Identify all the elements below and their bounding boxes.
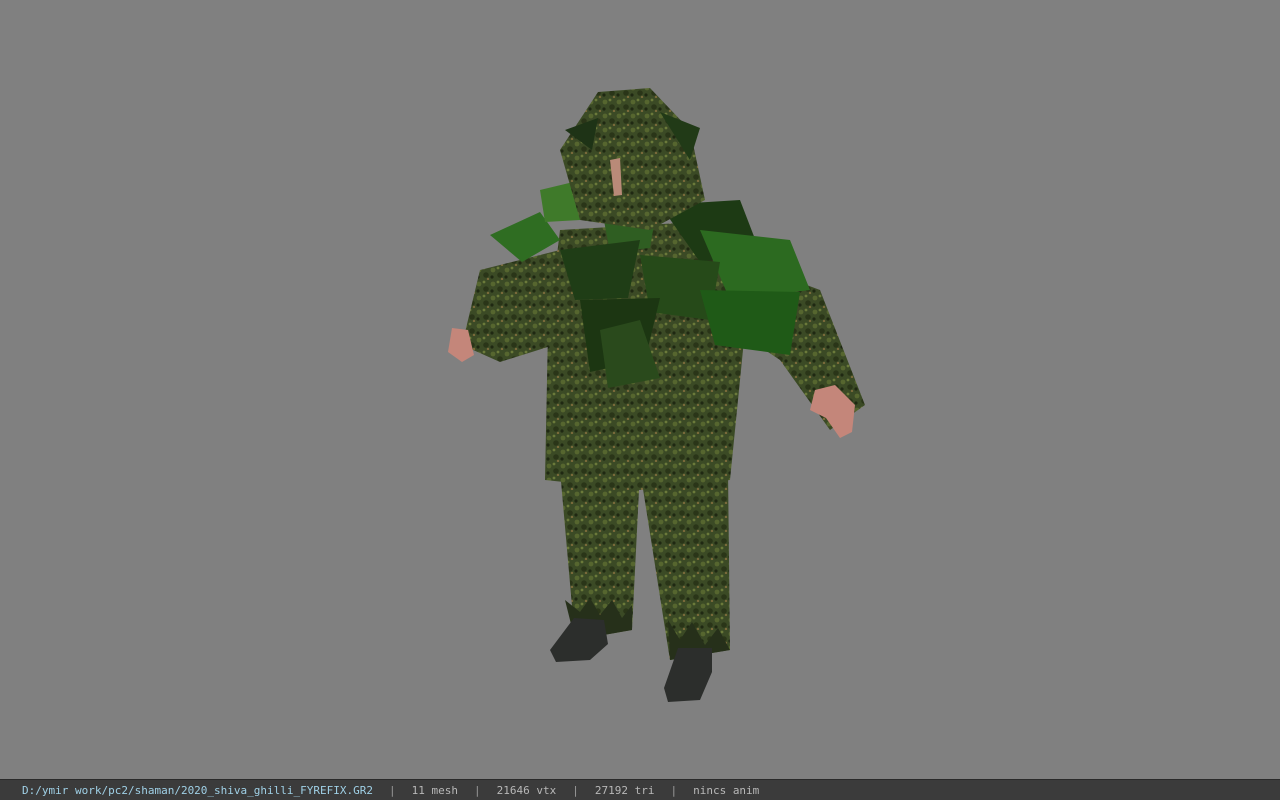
animation-status: nincs anim <box>693 783 760 797</box>
status-separator: | <box>572 783 579 797</box>
status-separator: | <box>473 783 481 797</box>
vertex-count: 21646 vtx <box>496 783 557 797</box>
3d-viewport[interactable] <box>0 0 1280 779</box>
hood <box>560 88 705 230</box>
status-bar: D:/ymir work/pc2/shaman/2020_shiva_ghill… <box>0 779 1280 800</box>
file-path: D:/ymir work/pc2/shaman/2020_shiva_ghill… <box>22 783 373 797</box>
mesh-count: 11 mesh <box>411 783 458 797</box>
status-separator: | <box>670 783 678 797</box>
character-model <box>448 88 865 702</box>
triangle-count: 27192 tri <box>594 783 655 797</box>
status-separator: | <box>389 783 396 797</box>
